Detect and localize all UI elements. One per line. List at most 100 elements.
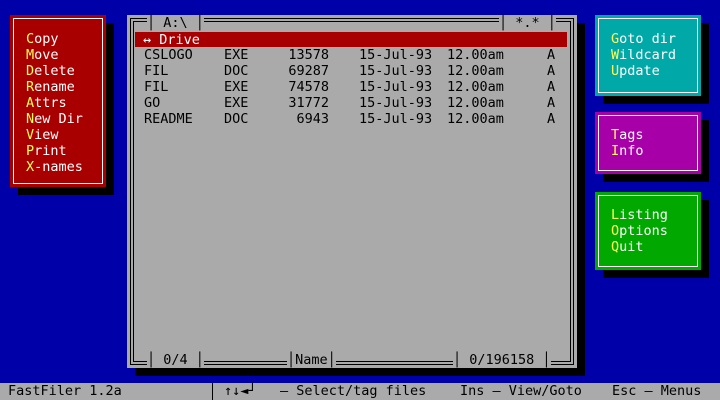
- menu-item-new-dir[interactable]: New Dir: [26, 111, 83, 127]
- menu-item-label: ptions: [619, 223, 668, 239]
- hotkey-letter: N: [26, 111, 35, 127]
- file-date: 15-Jul-93: [359, 111, 433, 127]
- hotkey-letter: T: [611, 127, 620, 143]
- file-row[interactable]: GO EXE 31772 15-Jul-93 12.00am A: [135, 95, 567, 111]
- file-row[interactable]: FIL EXE 74578 15-Jul-93 12.00am A: [135, 79, 567, 95]
- menu-item-update[interactable]: Update: [611, 63, 660, 79]
- file-date: 15-Jul-93: [359, 63, 433, 79]
- path-label: A:\: [163, 15, 188, 31]
- hotkey-letter: C: [26, 31, 35, 47]
- file-name: FIL: [144, 63, 169, 79]
- hotkey-letter: M: [26, 47, 35, 63]
- hotkey-letter: I: [611, 143, 620, 159]
- menu-item-label: ags: [619, 127, 644, 143]
- menu-item-x-names[interactable]: X-names: [26, 159, 83, 175]
- menu-item-delete[interactable]: Delete: [26, 63, 75, 79]
- menu-item-options[interactable]: Options: [611, 223, 668, 239]
- hotkey-letter: V: [26, 127, 35, 143]
- tag-count: 0/4: [163, 352, 188, 368]
- hotkey-letter: P: [26, 143, 35, 159]
- tag-size-tab: │ 0/196158 │: [453, 352, 551, 368]
- menu-item-goto-dir[interactable]: Goto dir: [611, 31, 676, 47]
- menu-item-label: rint: [34, 143, 67, 159]
- menu-item-rename[interactable]: Rename: [26, 79, 75, 95]
- hotkey-letter: O: [611, 223, 620, 239]
- menu-item-move[interactable]: Move: [26, 47, 59, 63]
- hotkey-letter: W: [611, 47, 620, 63]
- drive-label: ↔ Drive: [143, 32, 200, 48]
- menu-item-label: opy: [34, 31, 59, 47]
- path-tab: │ A:\ │: [147, 15, 204, 31]
- menu-item-view[interactable]: View: [26, 127, 59, 143]
- tag-size: 0/196158: [469, 352, 535, 368]
- file-ext: EXE: [224, 47, 249, 63]
- file-attr: A: [547, 79, 556, 95]
- menu-item-quit[interactable]: Quit: [611, 239, 644, 255]
- menu-item-label: nfo: [619, 143, 644, 159]
- sort-tab[interactable]: │Name│: [287, 352, 336, 368]
- hotkey-letter: Q: [611, 239, 620, 255]
- drive-row[interactable]: ↔ Drive: [135, 32, 567, 48]
- file-row[interactable]: FIL DOC 69287 15-Jul-93 12.00am A: [135, 63, 567, 79]
- file-size: 6943: [296, 111, 329, 127]
- status-bar: FastFiler 1.2a ↑↓◄┘ – Select/tag files I…: [0, 383, 720, 400]
- file-attr: A: [547, 47, 556, 63]
- menu-item-label: isting: [619, 207, 668, 223]
- menu-item-label: oto dir: [619, 31, 677, 47]
- file-list-window: │ A:\ │ │ *.* │ ↔ Drive CSLOGO EXE 13578 15…: [127, 15, 577, 368]
- file-row[interactable]: CSLOGO EXE 13578 15-Jul-93 12.00am A: [135, 47, 567, 63]
- file-size: 74578: [288, 79, 329, 95]
- file-row[interactable]: README DOC 6943 15-Jul-93 12.00am A: [135, 111, 567, 127]
- menu-item-copy[interactable]: Copy: [26, 31, 59, 47]
- menu-item-label: ttrs: [34, 95, 67, 111]
- hotkey-letter: X: [26, 159, 35, 175]
- tag-count-tab: │ 0/4 │: [147, 352, 204, 368]
- hotkey-letter: U: [611, 63, 620, 79]
- hotkey-letter: L: [611, 207, 620, 223]
- file-size: 31772: [288, 95, 329, 111]
- filter-tab[interactable]: │ *.* │: [499, 15, 556, 31]
- menu-item-label: -names: [34, 159, 83, 175]
- command-menu: Copy Move Delete Rename Attrs New Dir View Prin…: [10, 15, 106, 187]
- menu-item-print[interactable]: Print: [26, 143, 67, 159]
- app-title: FastFiler 1.2a: [8, 383, 122, 399]
- file-name: GO: [144, 95, 161, 111]
- file-name: README: [144, 111, 193, 127]
- file-date: 15-Jul-93: [359, 79, 433, 95]
- file-date: 15-Jul-93: [359, 95, 433, 111]
- file-attr: A: [547, 95, 556, 111]
- menu-item-wildcard[interactable]: Wildcard: [611, 47, 676, 63]
- file-size: 13578: [288, 47, 329, 63]
- file-time: 12.00am: [447, 111, 504, 127]
- sort-label: Name: [295, 352, 328, 368]
- tags-menu: Tags Info: [595, 112, 701, 174]
- view-hint: Ins – View/Goto: [460, 383, 582, 399]
- menus-hint: Esc – Menus: [612, 383, 702, 399]
- hotkey-letter: A: [26, 95, 35, 111]
- status-divider: [212, 383, 213, 400]
- file-date: 15-Jul-93: [359, 47, 433, 63]
- menu-item-label: uit: [619, 239, 644, 255]
- listing-menu: Listing Options Quit: [595, 192, 701, 270]
- file-ext: DOC: [224, 111, 249, 127]
- file-time: 12.00am: [447, 95, 504, 111]
- file-size: 69287: [288, 63, 329, 79]
- menu-item-label: ename: [34, 79, 75, 95]
- select-hint: – Select/tag files: [280, 383, 427, 399]
- goto-menu: Goto dir Wildcard Update: [595, 15, 701, 96]
- menu-item-label: ildcard: [619, 47, 677, 63]
- hotkey-letter: R: [26, 79, 35, 95]
- file-ext: DOC: [224, 63, 249, 79]
- menu-item-info[interactable]: Info: [611, 143, 644, 159]
- file-attr: A: [547, 111, 556, 127]
- menu-item-tags[interactable]: Tags: [611, 127, 644, 143]
- file-name: FIL: [144, 79, 169, 95]
- file-time: 12.00am: [447, 79, 504, 95]
- menu-item-label: elete: [34, 63, 75, 79]
- navigation-keys-icon: ↑↓◄┘: [224, 383, 257, 399]
- menu-item-attrs[interactable]: Attrs: [26, 95, 67, 111]
- file-time: 12.00am: [447, 63, 504, 79]
- menu-item-listing[interactable]: Listing: [611, 207, 668, 223]
- file-ext: EXE: [224, 95, 249, 111]
- menu-item-label: iew: [34, 127, 59, 143]
